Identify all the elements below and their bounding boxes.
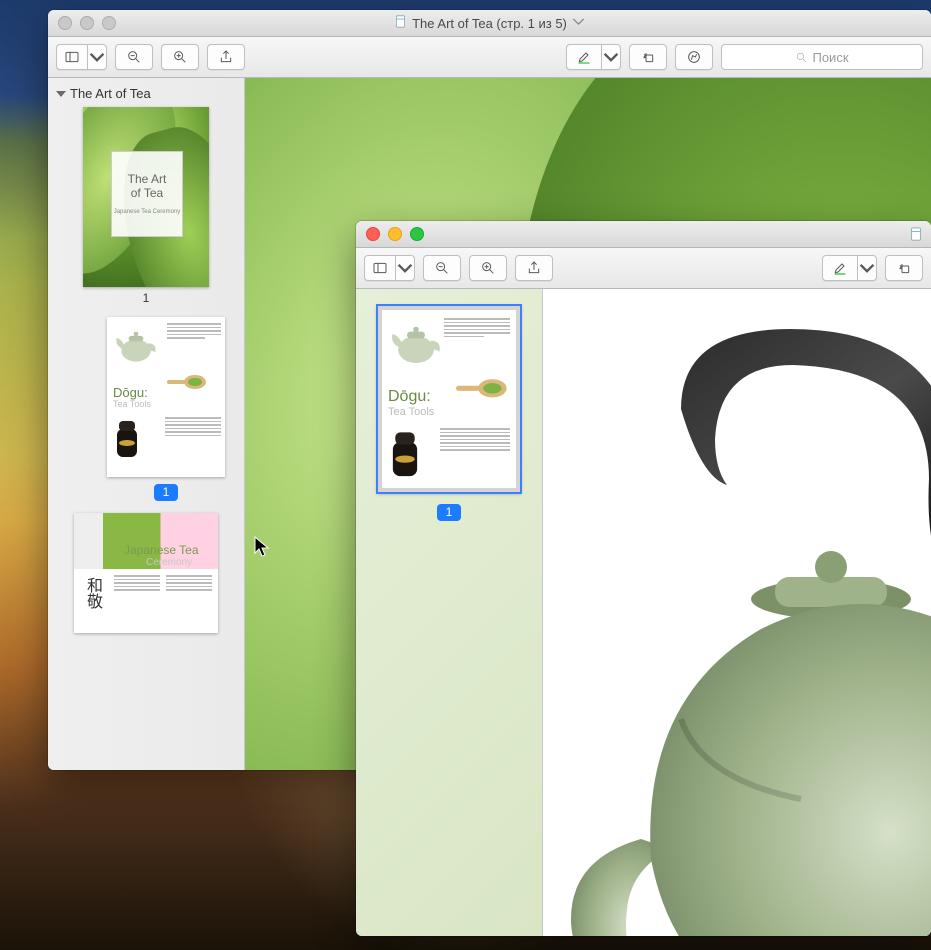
jtea-title: Japanese Tea	[124, 543, 199, 557]
dogu-title: Dōgu:	[388, 388, 431, 406]
highlight-menu-button[interactable]	[601, 44, 621, 70]
dogu-subtitle: Tea Tools	[113, 399, 151, 409]
highlight-button[interactable]	[822, 255, 857, 281]
mouse-cursor	[254, 536, 272, 560]
toolbar: Поиск	[48, 37, 931, 78]
sidebar-title: The Art of Tea	[70, 86, 151, 101]
page-thumbnail-1[interactable]: The Art of Tea Japanese Tea Ceremony	[83, 107, 209, 287]
zoom-out-button[interactable]	[115, 44, 153, 70]
zoom-out-button[interactable]	[423, 255, 461, 281]
title-text: The Art of Tea (стр. 1 из 5)	[412, 16, 567, 31]
sidebar-menu-button[interactable]	[395, 255, 415, 281]
toolbar	[356, 248, 931, 289]
zoom-in-button[interactable]	[161, 44, 199, 70]
page-thumbnail-2[interactable]: Dōgu: Tea Tools	[107, 317, 225, 477]
share-button[interactable]	[515, 255, 553, 281]
zoom-in-button[interactable]	[469, 255, 507, 281]
kettle-image	[543, 299, 931, 936]
page-badge-2: 1	[154, 484, 178, 501]
document-icon	[909, 227, 923, 246]
cover-title-a: The Art	[128, 172, 167, 186]
sidebar-header[interactable]: The Art of Tea	[48, 84, 244, 107]
page-label-1: 1	[143, 291, 150, 305]
page-badge-1: 1	[437, 504, 461, 521]
cover-caption: Japanese Tea Ceremony	[114, 209, 181, 216]
window-title: The Art of Tea (стр. 1 из 5)	[48, 15, 931, 31]
highlight-menu-button[interactable]	[857, 255, 877, 281]
thumbnail-sidebar[interactable]: Dōgu: Tea Tools 1	[356, 289, 543, 936]
thumbnail-sidebar[interactable]: The Art of Tea The Art of Tea Japanese T…	[48, 78, 245, 770]
titlebar[interactable]	[356, 221, 931, 248]
dogu-title: Dōgu:	[113, 385, 148, 400]
dogu-subtitle: Tea Tools	[388, 406, 434, 418]
fullscreen-button[interactable]	[410, 227, 424, 241]
minimize-button[interactable]	[388, 227, 402, 241]
window-controls	[366, 227, 424, 241]
titlebar[interactable]: The Art of Tea (стр. 1 из 5)	[48, 10, 931, 37]
close-button[interactable]	[366, 227, 380, 241]
sidebar-toggle-button[interactable]	[56, 44, 87, 70]
sidebar-toggle-button[interactable]	[364, 255, 395, 281]
sidebar-menu-button[interactable]	[87, 44, 107, 70]
chevron-down-icon[interactable]	[572, 15, 585, 31]
jtea-subtitle: Ceremony	[146, 557, 192, 568]
rotate-button[interactable]	[885, 255, 923, 281]
page-thumbnail-1[interactable]: Dōgu: Tea Tools	[377, 305, 521, 493]
page-thumbnail-3[interactable]: Japanese Tea Ceremony 和敬	[74, 513, 218, 633]
search-input[interactable]: Поиск	[721, 44, 923, 70]
document-icon	[394, 15, 407, 31]
rotate-button[interactable]	[629, 44, 667, 70]
highlight-button[interactable]	[566, 44, 601, 70]
markup-button[interactable]	[675, 44, 713, 70]
cover-title-b: of Tea	[131, 186, 163, 200]
search-placeholder: Поиск	[812, 50, 848, 65]
disclosure-triangle-icon[interactable]	[56, 91, 66, 97]
preview-window-front: Dōgu: Tea Tools 1	[356, 221, 931, 936]
document-content[interactable]	[543, 289, 931, 936]
share-button[interactable]	[207, 44, 245, 70]
